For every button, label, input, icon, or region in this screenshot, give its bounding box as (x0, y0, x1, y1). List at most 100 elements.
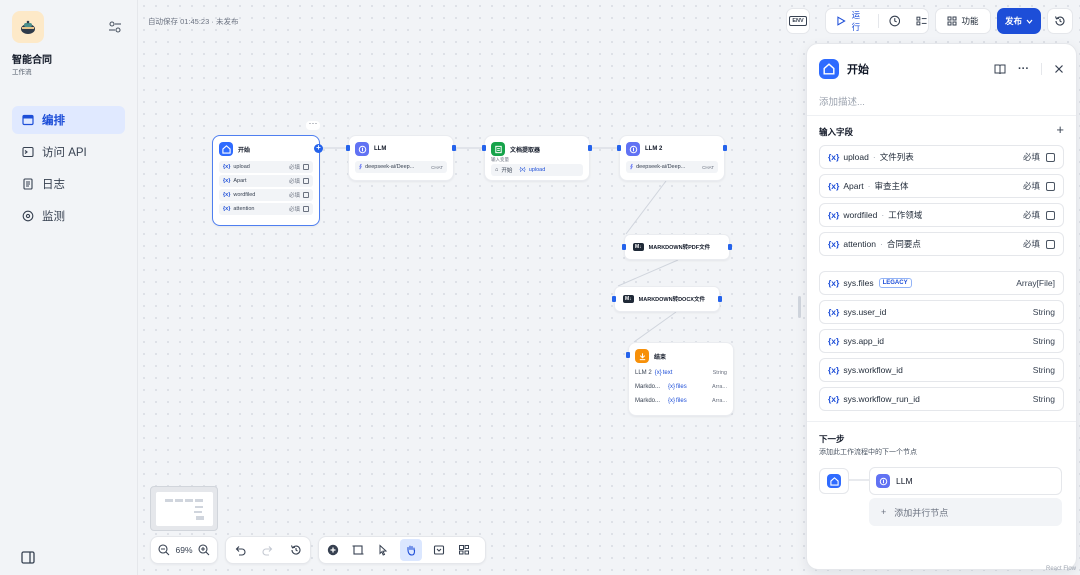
minimap-node (175, 499, 183, 502)
zoom-in-icon[interactable] (197, 542, 211, 558)
node-title: MARKDOWN转DOCX文件 (638, 297, 705, 303)
input-var-label: 输入变量 (491, 157, 509, 162)
output-handle[interactable] (718, 296, 722, 302)
node-title: MARKDOWN转PDF文件 (648, 245, 711, 251)
model-icon: ∮ (630, 164, 634, 170)
hand-icon[interactable] (400, 539, 422, 561)
output-handle[interactable] (728, 244, 732, 250)
terminal-icon (22, 146, 34, 158)
play-icon (837, 16, 846, 26)
node-more-icon[interactable]: ··· (306, 119, 320, 130)
redo-icon[interactable] (260, 542, 276, 558)
node-llm-2[interactable]: LLM 2 ∮ deepseek-ai/Deep... CHAT (619, 135, 725, 181)
history-check-icon[interactable] (889, 15, 901, 27)
panel-resize-handle[interactable] (798, 296, 801, 318)
add-node-handle[interactable]: + (314, 144, 323, 153)
sidebar-item-api[interactable]: 访问 API (12, 138, 125, 166)
env-button[interactable]: ENV (786, 8, 810, 34)
sidebar-item-logs[interactable]: 日志 (12, 170, 125, 198)
markdown-icon: M↓ (623, 295, 634, 303)
add-parallel-node-button[interactable]: + 添加并行节点 (869, 498, 1062, 526)
sidebar-item-label: 监测 (42, 211, 65, 223)
llm-icon (876, 474, 890, 488)
more-icon[interactable]: ··· (1018, 63, 1029, 75)
input-handle[interactable] (626, 352, 630, 358)
history-icon (1054, 16, 1065, 26)
minimap-node (195, 506, 203, 508)
input-field-row[interactable]: {x} attention · 合同要点 必填 (819, 232, 1064, 256)
organize-icon[interactable] (456, 542, 472, 558)
close-icon[interactable] (1054, 64, 1064, 74)
add-node-icon[interactable] (325, 542, 341, 558)
sidebar-nav: 编排 访问 API 日志 监测 (12, 106, 125, 234)
node-start[interactable]: 开始 {x} upload 必填 {x} Apart 必填 {x} wordfiled 必填… (212, 135, 320, 226)
node-title: 结束 (654, 354, 667, 361)
node-markdown-docx[interactable]: M↓ MARKDOWN转DOCX文件 (614, 286, 720, 312)
sidebar-item-orchestrate[interactable]: 编排 (12, 106, 125, 134)
description-input[interactable]: 添加描述... (819, 94, 865, 108)
start-var-row: {x} Apart 必填 (219, 175, 313, 187)
node-llm[interactable]: LLM ∮ deepseek-ai/Deep... CHAT (348, 135, 454, 181)
zoom-controls: 69% (150, 536, 218, 564)
model-row: ∮ deepseek-ai/Deep... CHAT (626, 161, 718, 173)
input-handle[interactable] (617, 145, 621, 151)
next-node-llm[interactable]: LLM (869, 467, 1062, 495)
end-output-row: Markdo... {x} files Arra... (635, 398, 727, 404)
sidebar-collapse-icon[interactable] (21, 551, 35, 564)
system-field-row: {x} sys.files LEGACY Array[File] (819, 271, 1064, 295)
input-handle[interactable] (346, 145, 350, 151)
autosave-status: 自动保存 01:45:23 · 未发布 (148, 17, 239, 26)
run-toolbar: 运行 (825, 8, 929, 34)
output-handle[interactable] (452, 145, 456, 151)
add-note-icon[interactable] (350, 542, 366, 558)
run-button[interactable]: 运行 (852, 9, 868, 33)
book-icon[interactable] (994, 63, 1006, 75)
output-handle[interactable] (588, 145, 592, 151)
node-title: LLM (374, 146, 387, 152)
publish-label: 发布 (1004, 16, 1022, 26)
checklist-icon[interactable] (916, 15, 928, 27)
history-icon[interactable] (288, 542, 304, 558)
home-icon (827, 474, 841, 488)
features-button[interactable]: 功能 (935, 8, 991, 34)
text-input-icon (303, 206, 309, 212)
doc-icon (23, 178, 33, 190)
undo-icon[interactable] (232, 542, 248, 558)
app-type: 工作流 (12, 69, 32, 76)
zoom-out-icon[interactable] (157, 542, 171, 558)
home-icon (819, 59, 839, 79)
input-field-row[interactable]: {x} wordfiled · 工作领域 必填 (819, 203, 1064, 227)
model-icon: ∮ (359, 164, 363, 170)
divider (807, 421, 1076, 422)
node-doc-extractor[interactable]: 文档提取器 输入变量 ⌂ 开始 {x} upload (484, 135, 590, 181)
divider (807, 115, 1076, 116)
sidebar-item-monitor[interactable]: 监测 (12, 202, 125, 230)
minimap[interactable] (150, 486, 218, 531)
react-flow-attribution[interactable]: React Flow (1046, 566, 1076, 572)
zoom-level[interactable]: 69% (175, 545, 192, 555)
history-controls (225, 536, 311, 564)
divider (877, 14, 879, 28)
llm-icon (355, 142, 369, 156)
node-markdown-pdf[interactable]: M↓ MARKDOWN转PDF文件 (624, 234, 730, 260)
file-list-icon (1046, 152, 1055, 162)
input-handle[interactable] (612, 296, 616, 302)
minimap-node (195, 499, 203, 502)
node-title: 文档提取器 (510, 147, 541, 154)
output-handle[interactable] (723, 145, 727, 151)
version-history-button[interactable] (1047, 8, 1073, 34)
input-field-row[interactable]: {x} Apart · 审查主体 必填 (819, 174, 1064, 198)
node-end[interactable]: 结束 LLM 2 {x} text String Markdo... {x} files A… (628, 342, 734, 416)
publish-button[interactable]: 发布 (997, 8, 1041, 34)
pointer-icon[interactable] (375, 542, 391, 558)
input-field-row[interactable]: {x} upload · 文件列表 必填 (819, 145, 1064, 169)
input-handle[interactable] (622, 244, 626, 250)
app-name: 智能合同 (12, 55, 52, 66)
add-field-button[interactable]: + (1056, 122, 1064, 137)
markdown-icon: M↓ (633, 243, 644, 251)
system-field-row: {x} sys.workflow_run_id String (819, 387, 1064, 411)
system-field-row: {x} sys.app_id String (819, 329, 1064, 353)
settings-toggle-icon[interactable] (108, 20, 122, 34)
input-handle[interactable] (482, 145, 486, 151)
export-image-icon[interactable] (431, 542, 447, 558)
